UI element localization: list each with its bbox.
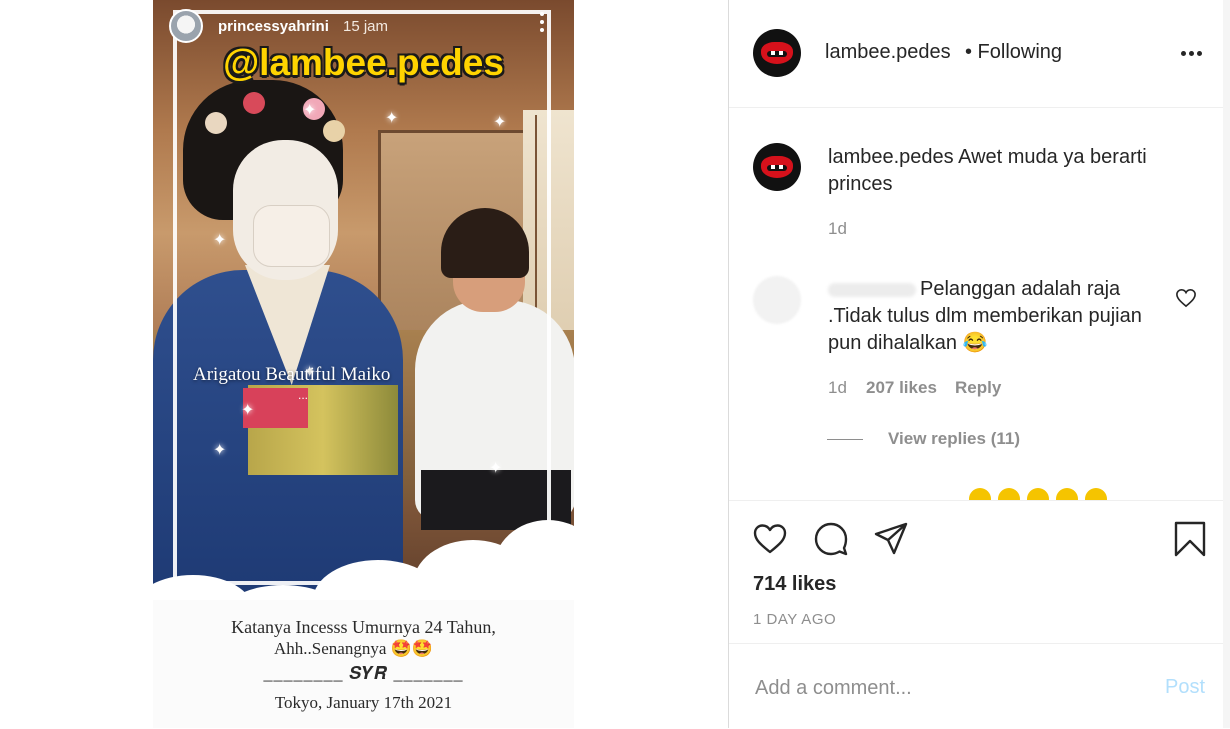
likes-count[interactable]: 714 likes [753, 573, 836, 596]
comment-input[interactable] [753, 672, 1137, 704]
story-timestamp: 15 jam [343, 18, 389, 35]
emoji-icon [1085, 488, 1107, 500]
view-replies-line [827, 439, 863, 440]
post-side-panel: lambee.pedes • Following lambee.pedes Aw… [728, 0, 1230, 728]
caption-line-2: Ahh..Senangnya 🤩🤩 [274, 639, 433, 658]
caption-line-1: Katanya Incesss Umurnya 24 Tahun, [231, 617, 496, 637]
more-horizontal-icon[interactable] [1181, 51, 1205, 57]
scrollbar[interactable] [1223, 0, 1230, 728]
avatar[interactable] [753, 29, 801, 77]
commenter-username[interactable] [828, 282, 916, 297]
avatar[interactable] [753, 143, 801, 191]
comment-likes[interactable]: 207 likes [866, 378, 937, 398]
heart-icon[interactable] [752, 521, 788, 557]
post-header: lambee.pedes • Following [729, 0, 1229, 108]
bookmark-icon[interactable] [1172, 521, 1208, 557]
caption-line-3: ________ 𝑺𝒀𝑹 _______ [263, 663, 464, 683]
emoji-icon [998, 488, 1020, 500]
emoji-icon [1027, 488, 1049, 500]
comment: Pelanggan adalah raja .Tidak tulus dlm m… [828, 276, 1148, 357]
emoji-icon [1056, 488, 1078, 500]
comment-like-heart-icon[interactable] [1175, 288, 1197, 308]
post-date[interactable]: 1 DAY AGO [753, 611, 836, 628]
add-comment-section: Post [729, 643, 1229, 729]
comment-time: 1d [828, 378, 847, 397]
commenter-avatar[interactable] [753, 276, 801, 324]
caption-comment: lambee.pedes Awet muda ya berarti prince… [828, 144, 1188, 198]
overlay-text: Arigatou Beautiful Maiko [193, 364, 391, 385]
watermark-text: @lambee.pedes [223, 42, 504, 83]
story-more-icon[interactable] [539, 12, 545, 40]
comment-icon[interactable] [813, 521, 849, 557]
following-button[interactable]: • Following [965, 41, 1062, 64]
caption-time: 1d [828, 219, 847, 238]
post-comment-button[interactable]: Post [1165, 676, 1205, 699]
caption-line-4: Tokyo, January 17th 2021 [274, 693, 453, 712]
post-actions: 714 likes 1 DAY AGO [729, 500, 1229, 644]
comments-list[interactable]: lambee.pedes Awet muda ya berarti prince… [729, 108, 1229, 500]
story-avatar[interactable] [169, 9, 203, 43]
photo-frame [173, 10, 551, 585]
reply-button[interactable]: Reply [955, 378, 1001, 398]
view-replies-button[interactable]: View replies (11) [888, 429, 1020, 449]
story-username[interactable]: princessyahrini [218, 18, 329, 35]
emoji-icon [969, 488, 991, 500]
caption-username[interactable]: lambee.pedes [828, 146, 954, 168]
post-media[interactable]: ✦ ✦ ✦ ✦ ✦ ✦ ✦ ✦ princessyahrini 15 jam @… [153, 0, 574, 728]
paper-plane-icon[interactable] [873, 521, 909, 557]
post-author-username[interactable]: lambee.pedes [825, 41, 951, 64]
overlay-dots: ... [298, 388, 309, 402]
